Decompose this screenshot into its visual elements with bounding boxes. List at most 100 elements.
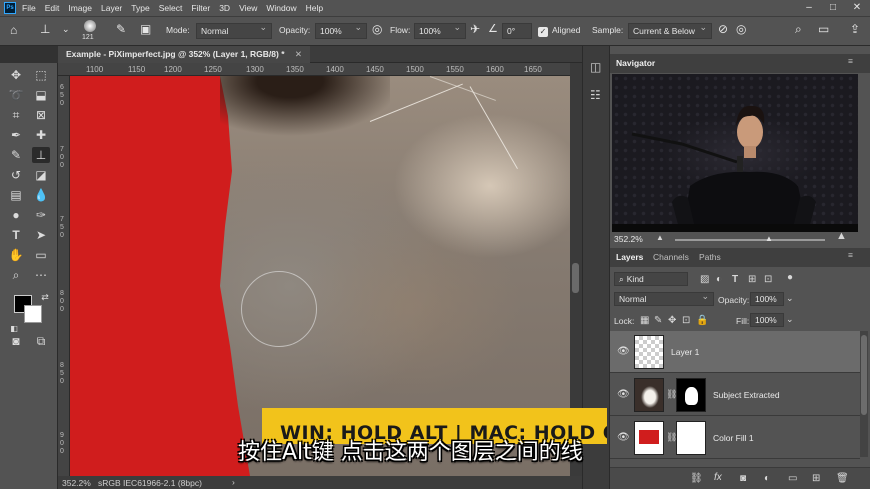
visibility-eye-icon[interactable]: 👁 [617,389,630,400]
search-icon[interactable]: ⌕ [795,22,802,37]
status-zoom[interactable]: 352.2% [62,478,91,488]
chevron-down-icon[interactable]: ⌄ [786,293,794,304]
chevron-down-icon[interactable]: ⌄ [62,24,70,35]
lock-transparent-icon[interactable]: ▦ [640,315,649,326]
chevron-right-icon[interactable]: › [232,477,235,487]
zoom-out-icon[interactable]: ▲ [656,233,664,242]
close-tab-icon[interactable]: ✕ [295,49,302,59]
menu-view[interactable]: View [239,3,257,13]
layer-name[interactable]: Subject Extracted [713,390,780,400]
new-group-icon[interactable]: ▭ [788,473,797,484]
screen-mode-icon[interactable]: ⧉ [32,333,50,349]
blur-tool-icon[interactable]: 💧 [32,187,50,203]
menu-image[interactable]: Image [68,3,92,13]
new-layer-icon[interactable]: ⊞ [812,473,820,484]
add-mask-icon[interactable]: ◙ [740,473,746,484]
healing-brush-tool-icon[interactable]: ✚ [32,127,50,143]
dodge-tool-icon[interactable]: ● [7,207,25,223]
background-color-swatch[interactable] [24,305,42,323]
lock-image-icon[interactable]: ✎ [654,315,662,326]
menu-3d[interactable]: 3D [219,3,230,13]
zoom-tool-icon[interactable]: ⌕ [7,267,25,283]
visibility-eye-icon[interactable]: 👁 [617,346,630,357]
clone-source-icon[interactable]: ▣ [140,22,151,36]
more-tools-icon[interactable]: ⋯ [32,267,50,283]
layer-row-color-fill-1[interactable]: 👁 ⛓ Color Fill 1 [610,417,860,459]
mode-select[interactable]: Normal [196,22,272,39]
menu-help[interactable]: Help [306,3,323,13]
gradient-tool-icon[interactable]: ▤ [7,187,25,203]
navigator-preview[interactable] [612,74,858,232]
eraser-tool-icon[interactable]: ◪ [32,167,50,183]
marquee-tool-icon[interactable]: ⬚ [32,67,50,83]
history-panel-icon[interactable]: ◫ [590,60,601,74]
layer-mask-thumbnail[interactable] [676,421,706,455]
quick-mask-icon[interactable]: ◙ [7,333,25,349]
swap-colors-icon[interactable]: ⇄ [36,289,54,305]
pressure-opacity-icon[interactable]: ◎ [372,22,382,36]
layer-opacity-field[interactable]: 100% [750,292,784,306]
tab-layers[interactable]: Layers [616,252,643,262]
sample-select[interactable]: Current & Below [628,22,712,39]
menu-filter[interactable]: Filter [191,3,210,13]
layers-scrollbar[interactable] [860,331,868,457]
menu-window[interactable]: Window [266,3,296,13]
navigator-zoom-value[interactable]: 352.2% [614,234,643,244]
panel-menu-icon[interactable]: ≡ [848,250,853,260]
layer-mask-thumbnail[interactable] [676,378,706,412]
ignore-adjustment-icon[interactable]: ⊘ [718,22,728,36]
menu-layer[interactable]: Layer [101,3,122,13]
chevron-down-icon[interactable]: ⌄ [786,314,794,325]
pen-tool-icon[interactable]: ✑ [32,207,50,223]
filter-smart-object-icon[interactable]: ⊡ [764,274,772,285]
menu-type[interactable]: Type [131,3,149,13]
tab-channels[interactable]: Channels [653,252,689,262]
filter-pixel-icon[interactable]: ▨ [700,274,709,285]
history-brush-tool-icon[interactable]: ↺ [7,167,25,183]
path-select-tool-icon[interactable]: ➤ [32,227,50,243]
filter-toggle-icon[interactable]: ● [787,272,793,283]
layer-name[interactable]: Layer 1 [671,347,699,357]
lock-all-icon[interactable]: 🔒 [696,315,708,326]
minimize-icon[interactable]: – [798,0,820,16]
workspace-icon[interactable]: ▭ [818,22,829,36]
scrollbar-thumb[interactable] [572,263,579,293]
rectangle-tool-icon[interactable]: ▭ [32,247,50,263]
menu-file[interactable]: File [22,3,36,13]
filter-type-icon[interactable]: T [732,274,738,285]
flow-field[interactable]: 100% [414,22,466,39]
share-icon[interactable]: ⇪ [850,22,860,36]
maximize-icon[interactable]: □ [822,0,844,16]
blend-mode-select[interactable]: Normal [614,291,714,306]
zoom-in-icon[interactable]: ▲ [836,230,847,242]
home-icon[interactable]: ⌂ [10,23,17,37]
brush-tool-icon[interactable]: ✎ [7,147,25,163]
crop-tool-icon[interactable]: ⌗ [7,107,25,123]
photoshop-logo-icon[interactable]: Ps [4,2,16,14]
navigator-zoom-slider[interactable] [675,239,825,241]
lock-position-icon[interactable]: ✥ [668,315,676,326]
scrollbar-thumb[interactable] [861,335,867,415]
fill-field[interactable]: 100% [750,313,784,327]
slider-handle[interactable]: ▲ [765,234,773,243]
tab-paths[interactable]: Paths [699,252,721,262]
aligned-checkbox[interactable]: ✓ [538,27,548,37]
object-select-tool-icon[interactable]: ⬓ [32,87,50,103]
menu-select[interactable]: Select [159,3,183,13]
lasso-tool-icon[interactable]: ➰ [7,87,25,103]
layer-name[interactable]: Color Fill 1 [713,433,754,443]
clone-stamp-tool-icon[interactable]: ⊥ [32,147,50,163]
filter-adjustment-icon[interactable]: ◐ [716,274,722,285]
airbrush-icon[interactable]: ✈ [470,22,480,36]
frame-tool-icon[interactable]: ⊠ [32,107,50,123]
navigator-tab[interactable]: Navigator [616,58,655,68]
adjustment-layer-icon[interactable]: ◐ [764,473,770,484]
visibility-eye-icon[interactable]: 👁 [617,432,630,443]
opacity-field[interactable]: 100% [315,22,367,39]
eyedropper-tool-icon[interactable]: ✒ [7,127,25,143]
clone-stamp-icon[interactable]: ⊥ [40,22,50,36]
hand-tool-icon[interactable]: ✋ [7,247,25,263]
layer-filter-kind[interactable]: ⌕ Kind [614,272,688,286]
menu-edit[interactable]: Edit [45,3,60,13]
type-tool-icon[interactable]: T [7,227,25,243]
